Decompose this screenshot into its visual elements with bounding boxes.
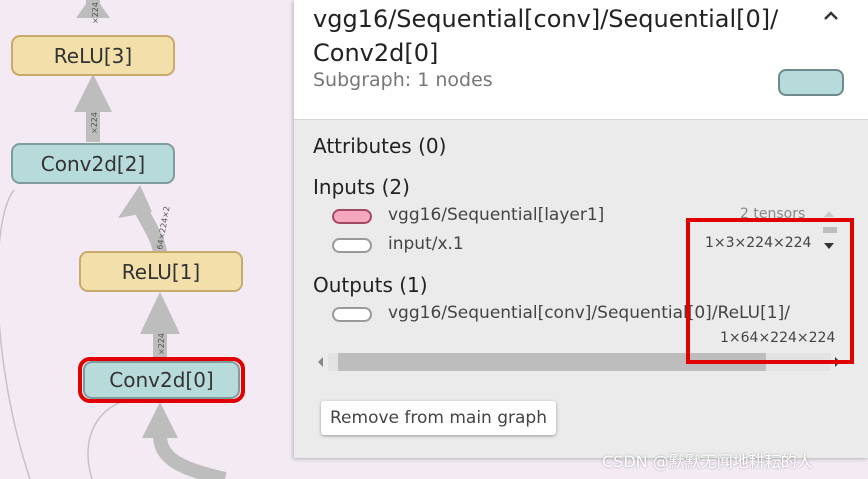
- scroll-left-icon[interactable]: [314, 351, 328, 373]
- edge-label: ×224: [90, 112, 99, 134]
- output-tensor-pill: [332, 307, 372, 322]
- outputs-heading: Outputs (1): [313, 273, 428, 297]
- input-node-pill: [332, 209, 372, 224]
- node-title: vgg16/Sequential[conv]/Sequential[0]/ Co…: [313, 5, 779, 67]
- edge-label: ×224: [91, 2, 100, 24]
- subgraph-count: Subgraph: 1 nodes: [313, 69, 493, 91]
- watermark: CSDN @默默无闻地耕耘的人: [602, 452, 813, 471]
- edge-label: ×224: [157, 333, 166, 355]
- edge-arrowhead: [74, 74, 112, 112]
- graph-node-relu3[interactable]: ReLU[3]: [11, 35, 175, 76]
- annotation-highlight-box: [686, 218, 854, 364]
- edge-arrowhead: [140, 292, 180, 334]
- remove-from-main-graph-button[interactable]: Remove from main graph: [321, 401, 556, 435]
- graph-node-relu1[interactable]: ReLU[1]: [79, 251, 243, 292]
- input-name[interactable]: input/x.1: [388, 234, 464, 254]
- scroll-up-icon: [824, 211, 834, 217]
- side-edge: [0, 189, 31, 479]
- side-edge: [87, 397, 136, 479]
- graph-node-conv2d0[interactable]: Conv2d[0]: [83, 361, 240, 399]
- edge-shaft: [153, 435, 227, 479]
- chevron-up-icon[interactable]: [819, 4, 843, 28]
- edge-arrowhead: [142, 402, 178, 438]
- graph-node-conv2d2[interactable]: Conv2d[2]: [11, 143, 175, 184]
- attributes-heading: Attributes (0): [313, 134, 447, 158]
- input-name[interactable]: vgg16/Sequential[layer1]: [388, 205, 604, 225]
- inputs-heading: Inputs (2): [313, 175, 410, 199]
- input-tensor-pill: [332, 238, 372, 253]
- info-card-header: vgg16/Sequential[conv]/Sequential[0]/ Co…: [294, 0, 868, 120]
- node-color-swatch: [778, 69, 844, 96]
